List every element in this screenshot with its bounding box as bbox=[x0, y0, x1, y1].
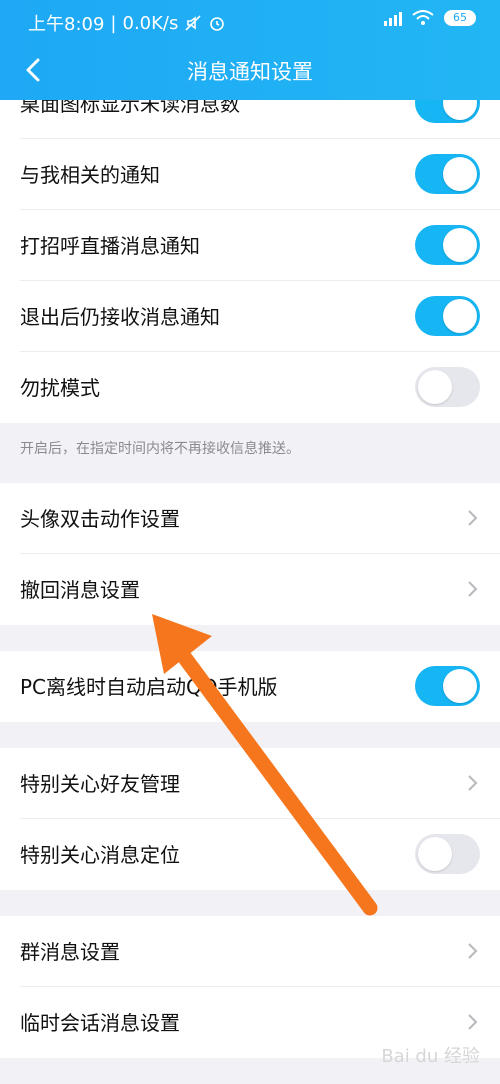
toggle-switch[interactable] bbox=[415, 225, 480, 265]
chevron-right-icon bbox=[468, 775, 478, 791]
setting-special-care-locate[interactable]: 特别关心消息定位 bbox=[0, 819, 500, 890]
setting-after-logout[interactable]: 退出后仍接收消息通知 bbox=[0, 281, 500, 352]
setting-group-message[interactable]: 群消息设置 bbox=[0, 916, 500, 987]
chevron-right-icon bbox=[468, 581, 478, 597]
setting-label: 群消息设置 bbox=[20, 940, 120, 964]
setting-label: 桌面图标显示未读消息数 bbox=[20, 100, 240, 116]
chevron-right-icon bbox=[468, 943, 478, 959]
setting-dnd-mode[interactable]: 勿扰模式 bbox=[0, 352, 500, 423]
signal-icon bbox=[384, 10, 402, 26]
setting-related-notice[interactable]: 与我相关的通知 bbox=[0, 139, 500, 210]
status-bar: 上午8:09 | 0.0K/s 65 bbox=[0, 0, 500, 44]
setting-greet-live[interactable]: 打招呼直播消息通知 bbox=[0, 210, 500, 281]
setting-avatar-double-tap[interactable]: 头像双击动作设置 bbox=[0, 483, 500, 554]
setting-desktop-badge[interactable]: 桌面图标显示未读消息数 bbox=[0, 100, 500, 139]
alarm-icon bbox=[210, 17, 225, 31]
setting-label: 与我相关的通知 bbox=[20, 163, 160, 187]
dnd-hint-text: 开启后，在指定时间内将不再接收信息推送。 bbox=[20, 441, 300, 457]
setting-pc-offline[interactable]: PC离线时自动启动QQ手机版 bbox=[0, 651, 500, 722]
chevron-right-icon bbox=[468, 1014, 478, 1030]
setting-label: PC离线时自动启动QQ手机版 bbox=[20, 675, 278, 699]
header-bar: 上午8:09 | 0.0K/s 65 消息通知设置 bbox=[0, 0, 500, 100]
setting-recall-message[interactable]: 撤回消息设置 bbox=[0, 554, 500, 625]
setting-label: 头像双击动作设置 bbox=[20, 507, 180, 531]
wifi-icon bbox=[412, 10, 434, 25]
setting-label: 打招呼直播消息通知 bbox=[20, 234, 200, 258]
setting-special-care-friends[interactable]: 特别关心好友管理 bbox=[0, 748, 500, 819]
settings-list[interactable]: 桌面图标显示未读消息数 与我相关的通知 打招呼直播消息通知 退出后仍接收消息通知… bbox=[0, 100, 500, 1084]
toggle-switch[interactable] bbox=[415, 100, 480, 123]
chevron-right-icon bbox=[468, 510, 478, 526]
page-title: 消息通知设置 bbox=[187, 60, 313, 84]
setting-label: 退出后仍接收消息通知 bbox=[20, 305, 220, 329]
battery-icon: 65 bbox=[444, 10, 476, 26]
setting-label: 特别关心好友管理 bbox=[20, 772, 180, 796]
toggle-switch[interactable] bbox=[415, 367, 480, 407]
network-speed: 0.0K/s bbox=[122, 12, 179, 34]
watermark: Bai du 经验 bbox=[381, 1046, 480, 1067]
toggle-switch[interactable] bbox=[415, 296, 480, 336]
setting-label: 特别关心消息定位 bbox=[20, 843, 180, 867]
status-time: 上午8:09 bbox=[28, 14, 105, 35]
toggle-switch[interactable] bbox=[415, 834, 480, 874]
setting-label: 临时会话消息设置 bbox=[20, 1011, 180, 1035]
setting-label: 勿扰模式 bbox=[20, 376, 100, 400]
mute-icon bbox=[185, 15, 201, 31]
toggle-switch[interactable] bbox=[415, 154, 480, 194]
toggle-switch[interactable] bbox=[415, 666, 480, 706]
setting-label: 撤回消息设置 bbox=[20, 578, 140, 602]
